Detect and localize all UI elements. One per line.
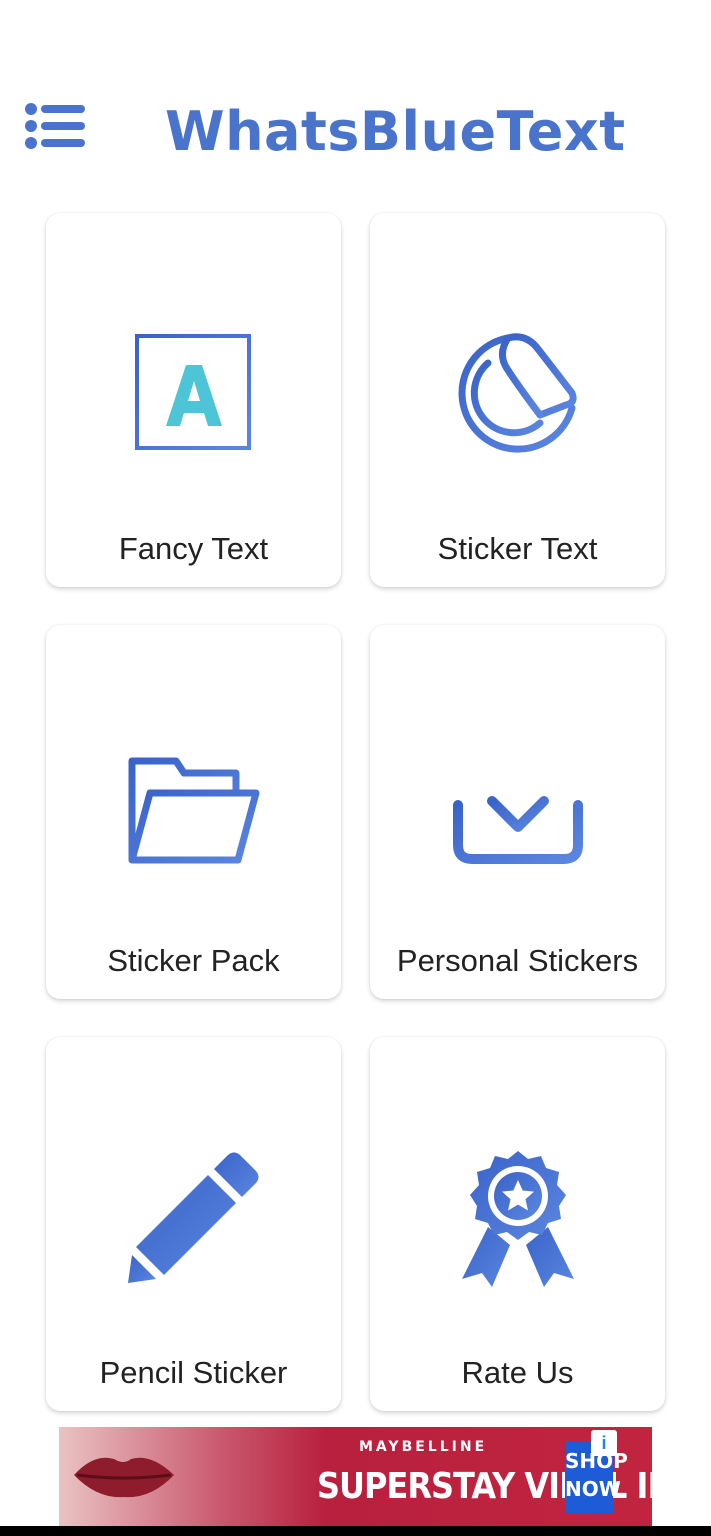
peeling-sticker-icon (458, 333, 577, 453)
list-menu-icon (25, 103, 85, 149)
lips-image (74, 1457, 174, 1498)
fancy-text-label: Fancy Text (118, 531, 269, 566)
pencil-icon (127, 1152, 258, 1283)
sticker-text-card[interactable]: Sticker Text (370, 213, 665, 587)
app-title: WhatsBlueText (165, 100, 626, 163)
personal-stickers-card[interactable]: Personal Stickers (370, 625, 665, 999)
personal-stickers-label: Personal Stickers (396, 943, 639, 978)
app-header: WhatsBlueText (0, 80, 711, 180)
letter-a-box-icon (134, 334, 251, 450)
ad-info-icon[interactable]: i (591, 1430, 617, 1456)
home-screen: WhatsBlueText Fancy Text Sticker Text St… (0, 0, 711, 1536)
system-nav-bar (0, 1526, 711, 1536)
open-folder-icon (128, 757, 259, 864)
sticker-pack-card[interactable]: Sticker Pack (46, 625, 341, 999)
award-badge-icon (461, 1151, 574, 1287)
fancy-text-card[interactable]: Fancy Text (46, 213, 341, 587)
rate-us-label: Rate Us (461, 1355, 574, 1390)
rate-us-card[interactable]: Rate Us (370, 1037, 665, 1411)
pencil-sticker-label: Pencil Sticker (99, 1355, 288, 1390)
pencil-sticker-card[interactable]: Pencil Sticker (46, 1037, 341, 1411)
ad-brand: MAYBELLINE (359, 1439, 488, 1455)
sticker-text-label: Sticker Text (437, 531, 598, 566)
sticker-pack-label: Sticker Pack (107, 943, 280, 978)
download-icon (452, 738, 583, 864)
menu-button[interactable] (24, 102, 88, 152)
ad-banner[interactable]: MAYBELLINE SUPERSTAY VINYL INK SHOP NOW … (59, 1427, 652, 1526)
